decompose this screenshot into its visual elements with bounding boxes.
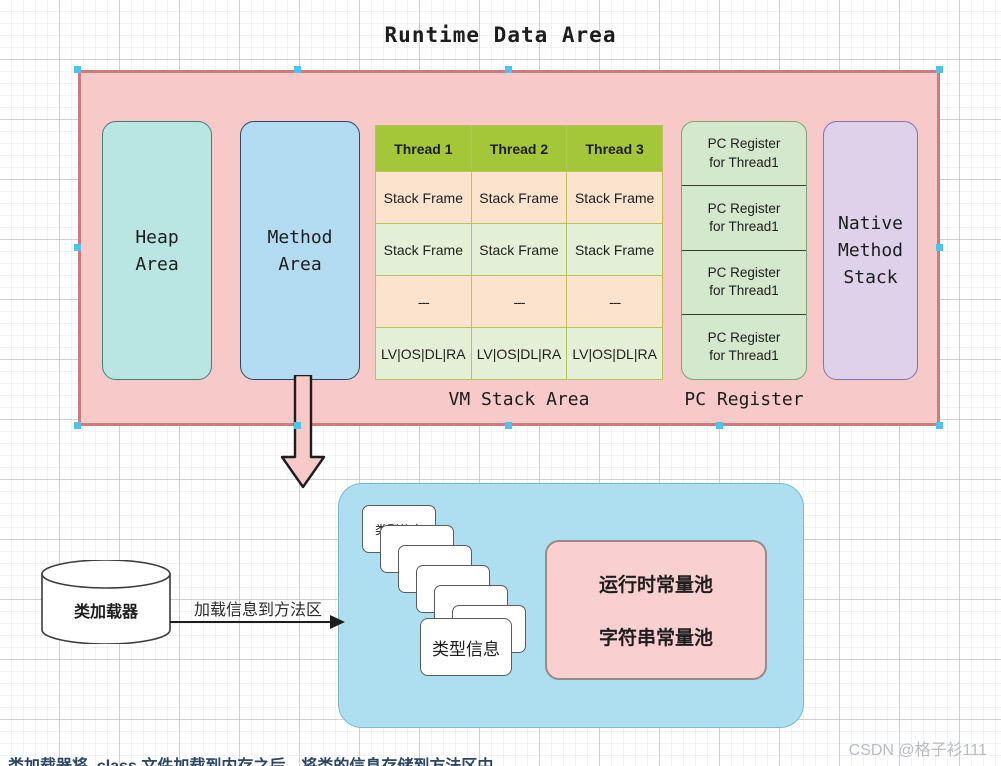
runtime-constant-pool-label: 运行时常量池 <box>598 575 713 596</box>
pc-register-entry: PC Register for Thread1 <box>682 186 806 251</box>
selection-handle-middle-left[interactable] <box>74 244 81 251</box>
vm-stack-table[interactable]: Thread 1 Thread 2 Thread 3 Stack Frame S… <box>375 125 663 380</box>
pc-register-box[interactable]: PC Register for Thread1 PC Register for … <box>681 121 807 380</box>
table-row: Stack Frame Stack Frame Stack Frame <box>375 171 663 224</box>
csdn-watermark: CSDN @格子衫111 <box>848 742 987 759</box>
ellipsis-cell: --- <box>375 275 472 328</box>
ellipsis-cell: --- <box>566 275 663 328</box>
selection-handle-bottom-left[interactable] <box>74 422 81 429</box>
pc-register-line1: PC Register <box>707 200 781 216</box>
selection-handle-extra-bottom[interactable] <box>294 422 301 429</box>
stack-frame-cell: Stack Frame <box>375 223 472 276</box>
native-method-stack-box[interactable]: Native Method Stack <box>823 121 918 380</box>
table-row: LV|OS|DL|RA LV|OS|DL|RA LV|OS|DL|RA <box>375 327 663 380</box>
thread-header-2: Thread 2 <box>470 125 568 172</box>
string-constant-pool-label: 字符串常量池 <box>598 628 713 649</box>
load-to-method-area-arrow-icon <box>170 615 345 629</box>
method-area-down-arrow-icon <box>280 375 326 489</box>
selection-handle-bottom-right[interactable] <box>936 422 943 429</box>
frame-parts-cell: LV|OS|DL|RA <box>375 327 472 380</box>
selection-handle-extra-top[interactable] <box>294 66 301 73</box>
type-info-card-stack: 类型信息 类型信息 <box>362 505 542 680</box>
footer-caption: 类加载器将 .class 文件加载到内存之后，将类的信息存储到方法区中 <box>8 752 493 766</box>
selection-handle-top-right[interactable] <box>936 66 943 73</box>
page-title: Runtime Data Area <box>384 23 617 47</box>
pc-register-caption: PC Register <box>684 389 804 410</box>
constant-pool-box[interactable]: 运行时常量池 字符串常量池 <box>545 540 767 680</box>
stack-frame-cell: Stack Frame <box>566 171 663 224</box>
frame-parts-cell: LV|OS|DL|RA <box>566 327 663 380</box>
thread-header-3: Thread 3 <box>566 125 663 172</box>
pc-register-line1: PC Register <box>707 136 781 152</box>
heap-area-box[interactable]: Heap Area <box>102 121 212 380</box>
pc-register-line1: PC Register <box>707 264 781 280</box>
frame-parts-cell: LV|OS|DL|RA <box>470 327 568 380</box>
pc-register-line1: PC Register <box>707 329 781 345</box>
stack-frame-cell: Stack Frame <box>470 223 568 276</box>
stack-frame-cell: Stack Frame <box>470 171 568 224</box>
table-row: --- --- --- <box>375 275 663 328</box>
table-row: Stack Frame Stack Frame Stack Frame <box>375 223 663 276</box>
type-info-card-front[interactable]: 类型信息 <box>420 618 512 676</box>
thread-header-1: Thread 1 <box>375 125 472 172</box>
pc-register-entry: PC Register for Thread1 <box>682 315 806 379</box>
table-header-row: Thread 1 Thread 2 Thread 3 <box>375 125 663 172</box>
selection-handle-bottom-center[interactable] <box>505 422 512 429</box>
pc-register-entry: PC Register for Thread1 <box>682 251 806 315</box>
pc-register-line2: for Thread1 <box>709 154 779 170</box>
selection-handle-top-center[interactable] <box>505 66 512 73</box>
pc-register-line2: for Thread1 <box>709 283 779 299</box>
stack-frame-cell: Stack Frame <box>375 171 472 224</box>
ellipsis-cell: --- <box>470 275 568 328</box>
selection-handle-top-left[interactable] <box>74 66 81 73</box>
diagram-canvas: Runtime Data Area Heap Area Method Area … <box>0 0 1001 766</box>
pc-register-entry: PC Register for Thread1 <box>682 122 806 187</box>
stack-frame-cell: Stack Frame <box>566 223 663 276</box>
class-loader-label: 类加载器 <box>73 604 138 621</box>
pc-register-line2: for Thread1 <box>709 218 779 234</box>
vm-stack-area-caption: VM Stack Area <box>448 389 590 410</box>
selection-handle-extra-bottom-right[interactable] <box>716 422 723 429</box>
method-area-box[interactable]: Method Area <box>240 121 360 380</box>
pc-register-line2: for Thread1 <box>709 347 779 363</box>
selection-handle-middle-right[interactable] <box>936 244 943 251</box>
